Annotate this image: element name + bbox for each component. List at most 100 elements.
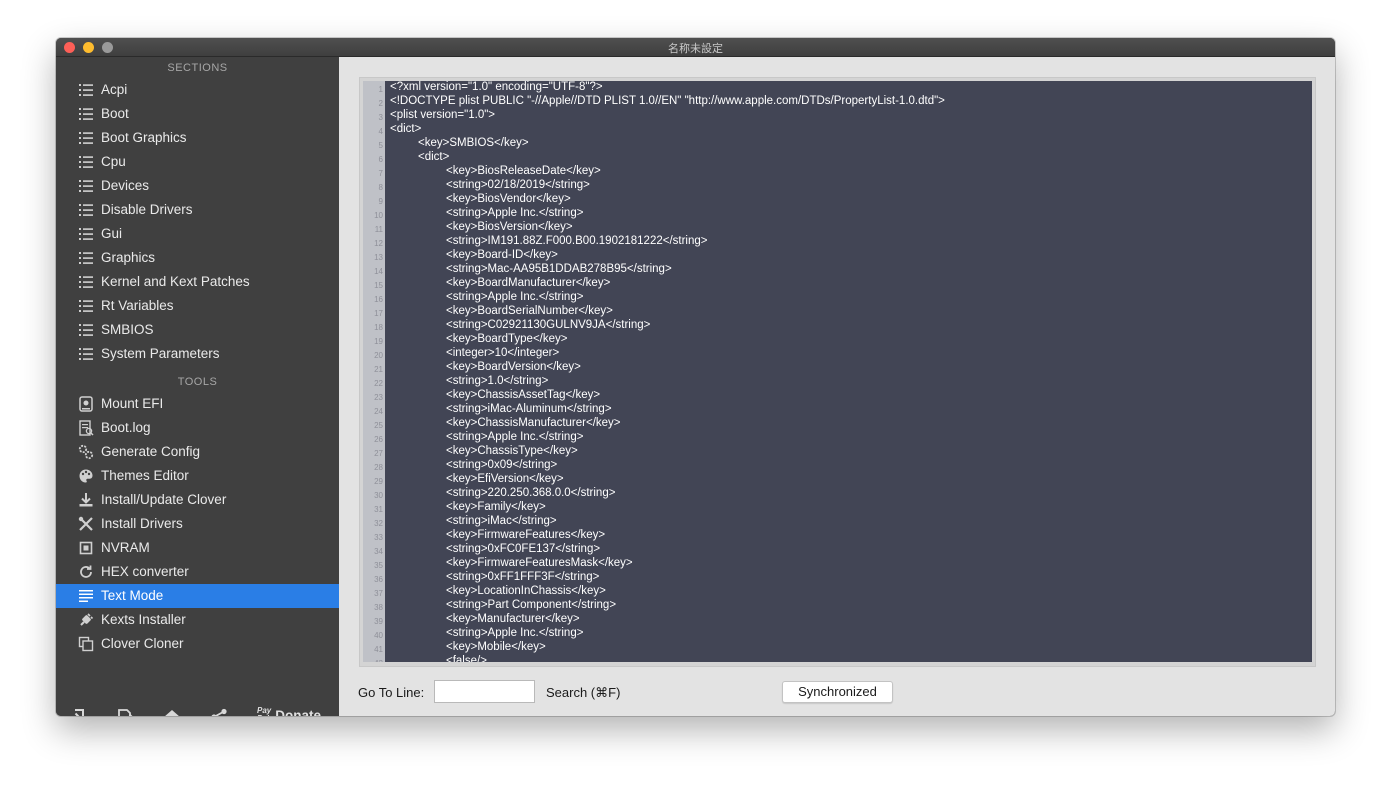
sidebar-item-generate-config[interactable]: Generate Config bbox=[56, 440, 339, 464]
sidebar-item-clover-cloner[interactable]: Clover Cloner bbox=[56, 632, 339, 656]
line-number: 39 bbox=[374, 617, 383, 626]
line-number: 25 bbox=[374, 421, 383, 430]
code-line: <string>0xFC0FE137</string> bbox=[446, 543, 601, 555]
line-number: 33 bbox=[374, 533, 383, 542]
line-number: 20 bbox=[374, 351, 383, 360]
sidebar-item-label: Disable Drivers bbox=[101, 202, 193, 217]
line-number-gutter: 1 2 3 4 5 6 7 8 9 10 11 12 13 14 15 16 17 18 19 20 21 22 23 24 2… bbox=[363, 81, 385, 662]
code-line: <key>BiosVersion</key> bbox=[446, 221, 573, 233]
sidebar-bottom-bar: PayPal Donate bbox=[56, 697, 339, 716]
import-icon[interactable] bbox=[68, 708, 86, 716]
line-number: 18 bbox=[374, 323, 383, 332]
code-line: <key>BiosReleaseDate</key> bbox=[446, 165, 601, 177]
line-number: 13 bbox=[374, 253, 383, 262]
wrench-icon bbox=[78, 516, 94, 532]
line-number: 41 bbox=[374, 645, 383, 654]
sidebar-item-acpi[interactable]: Acpi bbox=[56, 78, 339, 102]
line-number: 42 bbox=[363, 659, 383, 662]
sidebar-item-label: Boot bbox=[101, 106, 129, 121]
line-number: 38 bbox=[374, 603, 383, 612]
donate-button[interactable]: PayPal Donate bbox=[257, 707, 321, 716]
code-line: <string>iMac-Aluminum</string> bbox=[446, 403, 612, 415]
share-icon[interactable] bbox=[210, 708, 228, 716]
sidebar-item-cpu[interactable]: Cpu bbox=[56, 150, 339, 174]
line-number: 15 bbox=[374, 281, 383, 290]
sidebar-item-disable-drivers[interactable]: Disable Drivers bbox=[56, 198, 339, 222]
sidebar-item-hex-converter[interactable]: HEX converter bbox=[56, 560, 339, 584]
sidebar-item-themes-editor[interactable]: Themes Editor bbox=[56, 464, 339, 488]
code-line: <string>C02921130GULNV9JA</string> bbox=[446, 319, 651, 331]
line-number: 40 bbox=[374, 631, 383, 640]
log-icon bbox=[78, 420, 94, 436]
sections-header: SECTIONS bbox=[167, 62, 228, 74]
code-line: <string>iMac</string> bbox=[446, 515, 557, 527]
list-icon bbox=[78, 250, 94, 266]
sidebar-item-nvram[interactable]: NVRAM bbox=[56, 536, 339, 560]
code-line: <string>0x09</string> bbox=[446, 459, 558, 471]
code-editor[interactable]: 1 2 3 4 5 6 7 8 9 10 11 12 13 14 15 16 17 18 19 20 21 22 23 24 2… bbox=[363, 81, 1312, 662]
list-icon bbox=[78, 178, 94, 194]
code-line: <key>Board-ID</key> bbox=[446, 249, 558, 261]
donate-label: Donate bbox=[275, 707, 321, 716]
plug-icon bbox=[78, 612, 94, 628]
line-number: 10 bbox=[374, 211, 383, 220]
code-line: <string>Apple Inc.</string> bbox=[446, 431, 584, 443]
sidebar-item-boot-log[interactable]: Boot.log bbox=[56, 416, 339, 440]
sidebar-item-label: Clover Cloner bbox=[101, 636, 184, 651]
sidebar-item-gui[interactable]: Gui bbox=[56, 222, 339, 246]
synchronized-button[interactable]: Synchronized bbox=[782, 681, 893, 703]
code-line: <?xml version="1.0" encoding="UTF-8"?> bbox=[390, 81, 603, 93]
sidebar-item-system-parameters[interactable]: System Parameters bbox=[56, 342, 339, 366]
sidebar-item-mount-efi[interactable]: Mount EFI bbox=[56, 392, 339, 416]
line-number: 29 bbox=[374, 477, 383, 486]
sidebar-item-kexts-installer[interactable]: Kexts Installer bbox=[56, 608, 339, 632]
sidebar-item-install-drivers[interactable]: Install Drivers bbox=[56, 512, 339, 536]
line-number: 19 bbox=[374, 337, 383, 346]
sidebar-item-boot-graphics[interactable]: Boot Graphics bbox=[56, 126, 339, 150]
code-line: <integer>10</integer> bbox=[446, 347, 560, 359]
sidebar-item-boot[interactable]: Boot bbox=[56, 102, 339, 126]
code-line: <dict> bbox=[390, 123, 422, 135]
sidebar-item-graphics[interactable]: Graphics bbox=[56, 246, 339, 270]
titlebar: 名称未設定 bbox=[56, 38, 1335, 57]
sidebar-item-smbios[interactable]: SMBIOS bbox=[56, 318, 339, 342]
editor-footer: Go To Line: Search (⌘F) Synchronized bbox=[339, 677, 1335, 707]
code-line: <key>ChassisManufacturer</key> bbox=[446, 417, 621, 429]
sidebar-item-kernel-and-kext-patches[interactable]: Kernel and Kext Patches bbox=[56, 270, 339, 294]
sidebar-item-text-mode[interactable]: Text Mode bbox=[56, 584, 339, 608]
sidebar-item-label: Install/Update Clover bbox=[101, 492, 227, 507]
sidebar-item-label: Acpi bbox=[101, 82, 128, 97]
list-icon bbox=[78, 274, 94, 290]
refresh-icon bbox=[78, 564, 94, 580]
line-number: 14 bbox=[374, 267, 383, 276]
code-line: <key>BoardSerialNumber</key> bbox=[446, 305, 613, 317]
code-line: <string>220.250.368.0.0</string> bbox=[446, 487, 616, 499]
list-icon bbox=[78, 82, 94, 98]
code-line: <string>IM191.88Z.F000.B00.1902181222</s… bbox=[446, 235, 708, 247]
code-line: <plist version="1.0"> bbox=[390, 109, 496, 121]
paypal-logo: PayPal bbox=[257, 707, 271, 716]
line-number: 1 bbox=[378, 85, 383, 94]
sidebar-item-install-update-clover[interactable]: Install/Update Clover bbox=[56, 488, 339, 512]
list-icon bbox=[78, 346, 94, 362]
sidebar-item-rt-variables[interactable]: Rt Variables bbox=[56, 294, 339, 318]
code-line: <string>Apple Inc.</string> bbox=[446, 207, 584, 219]
goto-line-input[interactable] bbox=[434, 680, 535, 703]
line-number: 34 bbox=[374, 547, 383, 556]
home-icon[interactable] bbox=[163, 708, 181, 716]
line-number: 22 bbox=[374, 379, 383, 388]
tools-header: TOOLS bbox=[177, 376, 218, 388]
sidebar-item-devices[interactable]: Devices bbox=[56, 174, 339, 198]
export-icon[interactable] bbox=[116, 708, 134, 716]
search-label[interactable]: Search (⌘F) bbox=[546, 685, 620, 701]
list-icon bbox=[78, 322, 94, 338]
sidebar: SECTIONS Acpi Boot Boot Graphics Cpu Devices D… bbox=[56, 57, 339, 716]
line-number: 37 bbox=[374, 589, 383, 598]
code-line: <string>Apple Inc.</string> bbox=[446, 291, 584, 303]
code-line: <string>Part Component</string> bbox=[446, 599, 617, 611]
sidebar-item-label: Themes Editor bbox=[101, 468, 189, 483]
code-line: <key>Family</key> bbox=[446, 501, 546, 513]
disk-icon bbox=[78, 396, 94, 412]
code-line: <string>Mac-AA95B1DDAB278B95</string> bbox=[446, 263, 672, 275]
line-number: 2 bbox=[378, 99, 383, 108]
